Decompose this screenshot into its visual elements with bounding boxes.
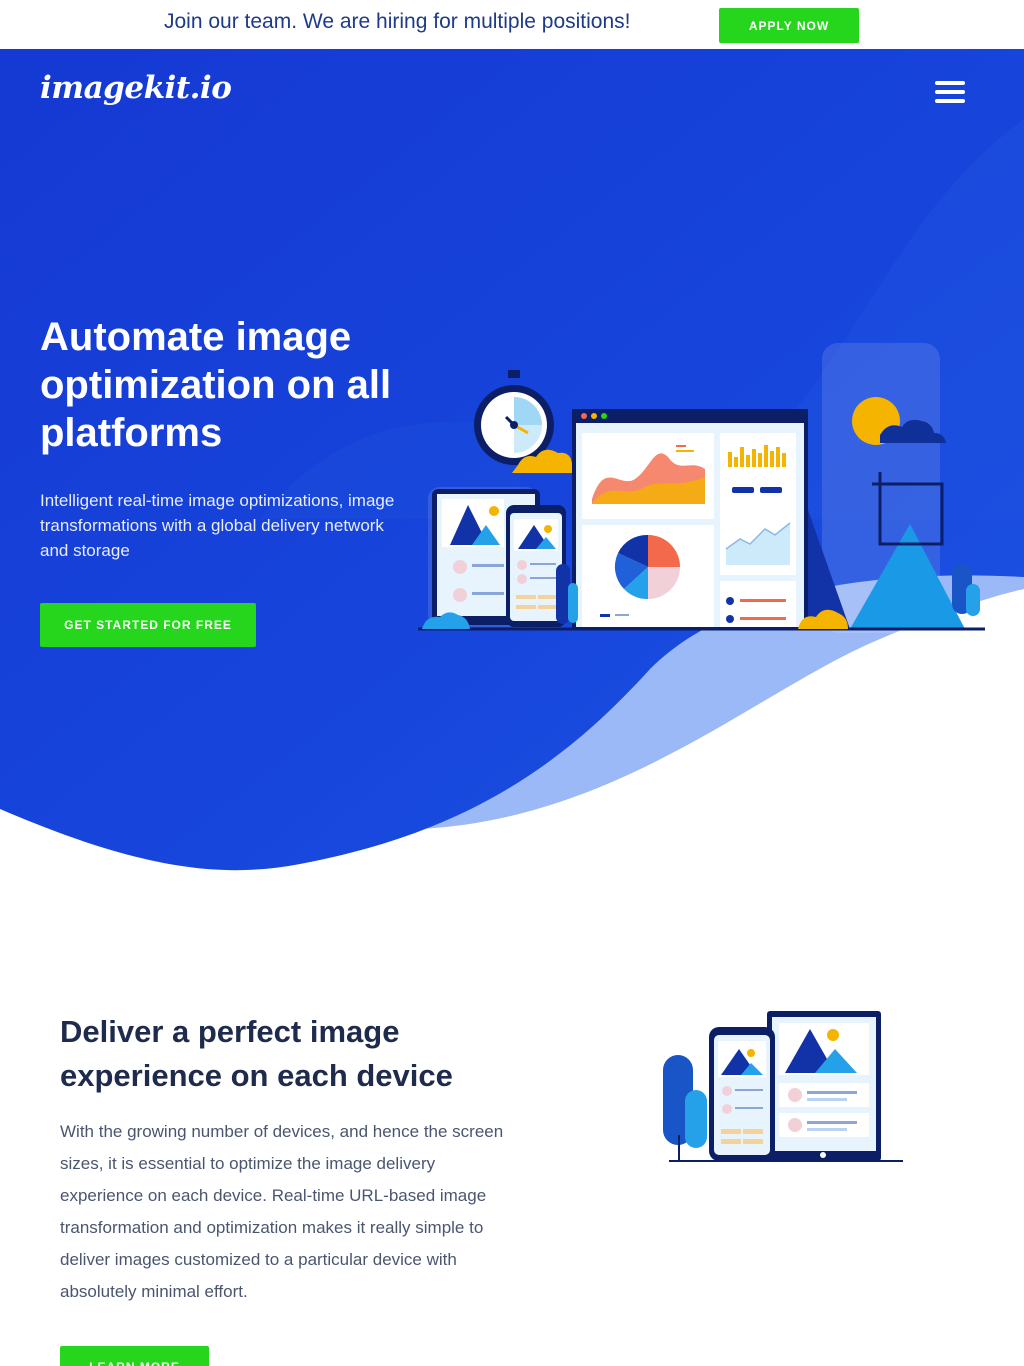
imagekit-logo[interactable]: imagekit.io — [40, 70, 232, 106]
hiring-message: Join our team. We are hiring for multipl… — [164, 10, 631, 33]
learn-more-button[interactable]: LEARN MORE — [60, 1346, 209, 1366]
apply-now-button[interactable]: APPLY NOW — [719, 8, 859, 43]
section-title: Deliver a perfect image experience on ea… — [60, 1014, 453, 1093]
hero-section: imagekit.io Automate image optimization … — [0, 49, 1024, 929]
section-body: With the growing number of devices, and … — [60, 1122, 504, 1301]
hiring-banner: Join our team. We are hiring for multipl… — [0, 0, 1024, 49]
hamburger-menu-icon[interactable] — [935, 81, 965, 103]
dashboard-illustration — [418, 343, 985, 633]
devices-illustration — [663, 1011, 903, 1162]
hero-subtitle: Intelligent real-time image optimization… — [40, 491, 395, 560]
get-started-button[interactable]: GET STARTED FOR FREE — [40, 603, 256, 647]
hero-title: Automate image optimization on all platf… — [40, 315, 392, 455]
